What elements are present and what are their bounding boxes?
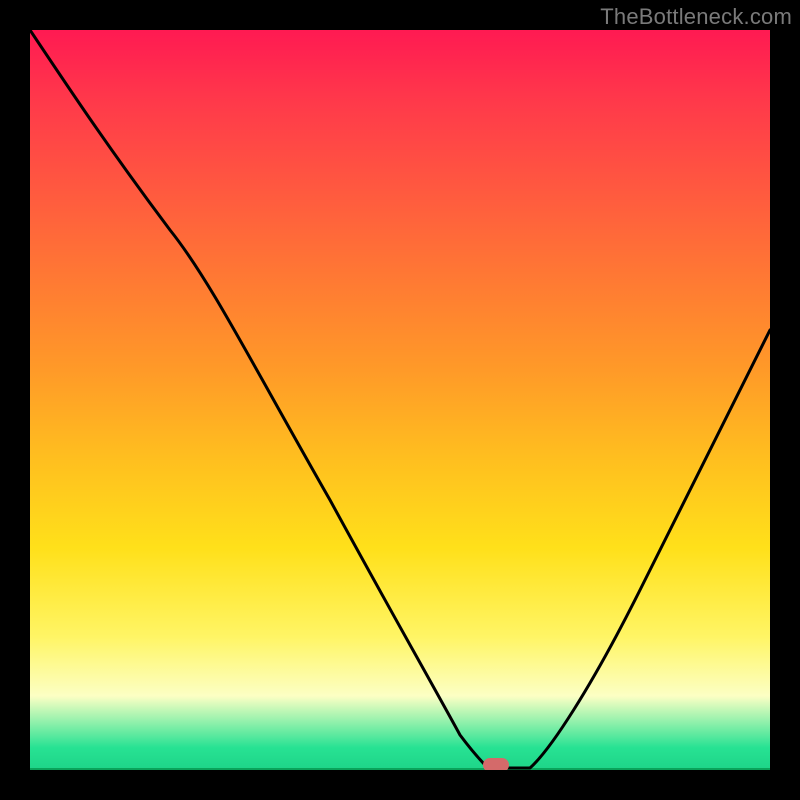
chart-frame: TheBottleneck.com <box>0 0 800 800</box>
watermark-label: TheBottleneck.com <box>600 4 792 30</box>
plot-area <box>30 30 770 770</box>
optimal-marker <box>483 758 509 770</box>
bottleneck-curve <box>30 30 770 770</box>
curve-path <box>30 30 770 768</box>
